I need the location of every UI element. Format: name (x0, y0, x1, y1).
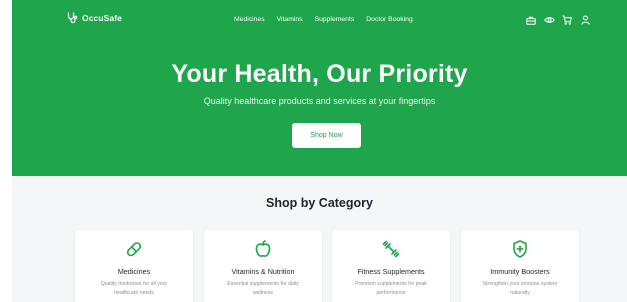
eye-icon[interactable] (543, 14, 555, 26)
category-description: Strengthen your immune system naturally (482, 281, 558, 296)
category-description: Premium supplements for peak performance (355, 281, 427, 296)
apple-icon (204, 238, 322, 260)
nav-link-supplements[interactable]: Supplements (315, 16, 355, 23)
category-title: Immunity Boosters (490, 267, 550, 276)
category-card-fitness[interactable]: Fitness Supplements Premium supplements … (332, 230, 450, 302)
stethoscope-icon (67, 12, 78, 24)
nav-link-doctor-booking[interactable]: Doctor Booking (366, 16, 412, 23)
nav-link-medicines[interactable]: Medicines (234, 16, 265, 23)
nav-icons (525, 14, 591, 26)
nav-link-vitamins[interactable]: Vitamins (277, 16, 303, 23)
hero-section: OccuSafe Medicines Vitamins Supplements … (12, 0, 627, 176)
shield-plus-icon (461, 238, 579, 260)
briefcase-icon[interactable] (525, 14, 537, 26)
pill-icon (75, 238, 193, 260)
category-description: Quality medicines for all your healthcar… (100, 281, 168, 296)
category-title: Medicines (117, 267, 151, 276)
category-card-immunity[interactable]: Immunity Boosters Strengthen your immune… (461, 230, 579, 302)
hero-subtitle: Quality healthcare products and services… (203, 96, 436, 106)
category-title: Vitamins & Nutrition (231, 267, 295, 276)
user-icon[interactable] (579, 14, 591, 26)
cart-icon[interactable] (561, 14, 573, 26)
top-navbar: OccuSafe Medicines Vitamins Supplements … (12, 0, 627, 40)
category-cards: Medicines Quality medicines for all your… (75, 230, 579, 302)
brand-name: OccuSafe (82, 13, 123, 23)
page-frame: OccuSafe Medicines Vitamins Supplements … (12, 0, 627, 302)
dumbbell-icon (332, 238, 450, 260)
category-heading: Shop by Category (266, 196, 373, 210)
nav-links: Medicines Vitamins Supplements Doctor Bo… (234, 16, 413, 23)
category-title: Fitness Supplements (357, 267, 425, 276)
hero-title: Your Health, Our Priority (171, 60, 468, 88)
brand-logo[interactable]: OccuSafe (67, 12, 122, 24)
category-card-vitamins[interactable]: Vitamins & Nutrition Essential supplemen… (204, 230, 322, 302)
category-description: Essential supplements for daily wellness (227, 281, 299, 296)
category-card-medicines[interactable]: Medicines Quality medicines for all your… (75, 230, 193, 302)
shop-now-button[interactable]: Shop Now (292, 123, 361, 148)
